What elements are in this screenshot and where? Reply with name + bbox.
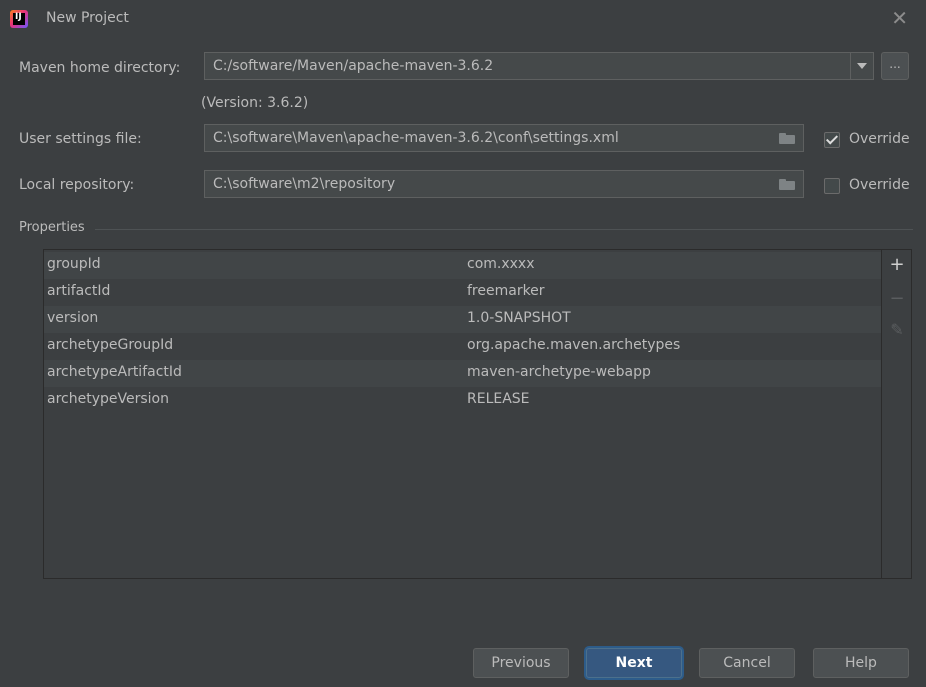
local-repository-override-checkbox[interactable] <box>824 178 840 194</box>
intellij-logo-icon: IJ <box>10 10 28 28</box>
property-value[interactable]: com.xxxx <box>467 256 535 272</box>
property-value[interactable]: freemarker <box>467 283 545 299</box>
property-key: groupId <box>47 256 101 272</box>
chevron-down-icon[interactable] <box>850 53 873 79</box>
property-key: artifactId <box>47 283 111 299</box>
property-key: archetypeVersion <box>47 391 169 407</box>
properties-toolbar: + − ✎ <box>882 249 912 579</box>
property-value[interactable]: maven-archetype-webapp <box>467 364 651 380</box>
local-repository-value: C:\software\m2\repository <box>213 176 396 192</box>
user-settings-label: User settings file: <box>19 131 142 147</box>
cancel-button[interactable]: Cancel <box>699 648 795 678</box>
add-icon[interactable]: + <box>882 254 912 282</box>
local-repository-label: Local repository: <box>19 177 135 193</box>
user-settings-value: C:\software\Maven\apache-maven-3.6.2\con… <box>213 130 619 146</box>
property-key: archetypeGroupId <box>47 337 174 353</box>
property-value[interactable]: 1.0-SNAPSHOT <box>467 310 571 326</box>
maven-version-note: (Version: 3.6.2) <box>201 95 309 111</box>
next-button[interactable]: Next <box>586 648 682 678</box>
help-button[interactable]: Help <box>813 648 909 678</box>
title-bar: IJ New Project ✕ <box>0 0 926 38</box>
folder-icon[interactable] <box>779 179 795 190</box>
local-repository-override-label: Override <box>849 177 910 193</box>
window-title: New Project <box>46 10 129 26</box>
maven-home-combo[interactable]: C:/software/Maven/apache-maven-3.6.2 <box>204 52 874 80</box>
table-row[interactable]: groupId com.xxxx <box>44 252 881 279</box>
folder-icon[interactable] <box>779 133 795 144</box>
property-value[interactable]: RELEASE <box>467 391 530 407</box>
maven-home-label: Maven home directory: <box>19 60 181 76</box>
property-key: archetypeArtifactId <box>47 364 182 380</box>
properties-title: Properties <box>19 220 85 235</box>
edit-icon[interactable]: ✎ <box>882 320 912 348</box>
properties-table: groupId com.xxxx artifactId freemarker v… <box>43 249 882 579</box>
property-key: version <box>47 310 99 326</box>
user-settings-field[interactable]: C:\software\Maven\apache-maven-3.6.2\con… <box>204 124 804 152</box>
user-settings-override-checkbox[interactable] <box>824 132 840 148</box>
table-row[interactable]: archetypeVersion RELEASE <box>44 387 881 414</box>
user-settings-override-label: Override <box>849 131 910 147</box>
table-row[interactable]: artifactId freemarker <box>44 279 881 306</box>
previous-button[interactable]: Previous <box>473 648 569 678</box>
property-value[interactable]: org.apache.maven.archetypes <box>467 337 680 353</box>
table-row[interactable]: archetypeGroupId org.apache.maven.archet… <box>44 333 881 360</box>
properties-divider <box>95 229 913 230</box>
local-repository-field[interactable]: C:\software\m2\repository <box>204 170 804 198</box>
table-row[interactable]: version 1.0-SNAPSHOT <box>44 306 881 333</box>
table-row[interactable]: archetypeArtifactId maven-archetype-weba… <box>44 360 881 387</box>
remove-icon[interactable]: − <box>882 288 912 316</box>
maven-home-value: C:/software/Maven/apache-maven-3.6.2 <box>213 58 494 74</box>
maven-home-browse-button[interactable]: ... <box>881 52 909 80</box>
close-icon[interactable]: ✕ <box>891 6 908 30</box>
